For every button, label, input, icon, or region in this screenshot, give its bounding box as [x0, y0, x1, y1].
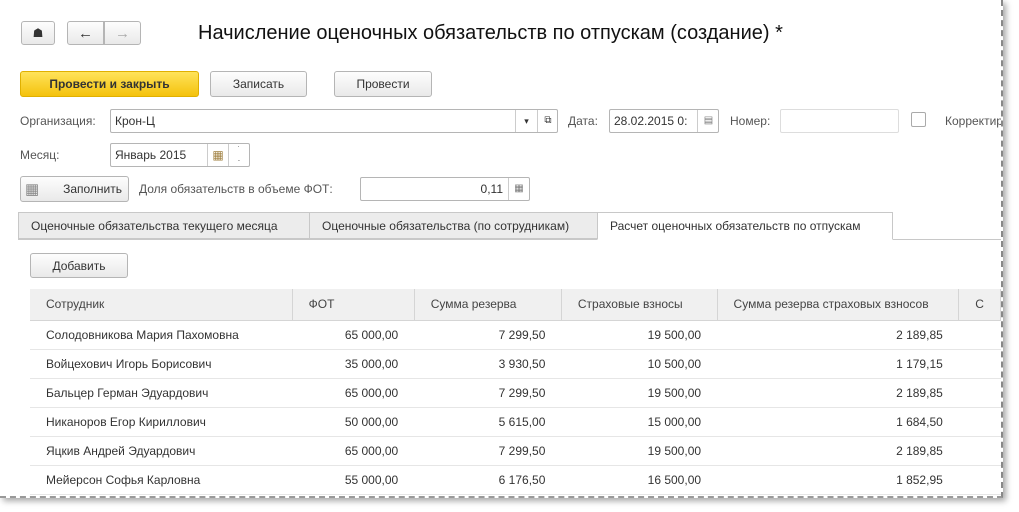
fot-cell[interactable]: 65 000,00 [292, 378, 415, 408]
employee-cell[interactable]: Бальцер Герман Эдуардович [30, 378, 293, 408]
insurance-reserve-cell[interactable]: 1 684,50 [717, 407, 959, 437]
table-row[interactable]: Войцехович Игорь Борисович 35 000,00 3 930… [30, 349, 1001, 379]
insurance-cell[interactable]: 19 500,00 [561, 378, 718, 408]
month-value: Январь 2015 [115, 148, 187, 162]
fot-cell[interactable]: 65 000,00 [292, 320, 415, 350]
reserve-cell[interactable]: 7 299,50 [414, 320, 562, 350]
employee-cell[interactable]: Солодовникова Мария Пахомовна [30, 320, 293, 350]
share-label: Доля обязательств в объеме ФОТ: [139, 182, 333, 196]
calculator-icon[interactable]: ▦ [508, 178, 529, 200]
table-row[interactable]: Мейерсон Софья Карловна 55 000,00 6 176,50… [30, 465, 1001, 495]
reserve-cell[interactable]: 7 299,50 [414, 378, 562, 408]
org-field[interactable]: Крон-Ц ▾ ⧉ [110, 109, 558, 133]
table-row[interactable]: Никаноров Егор Кириллович 50 000,00 5 615,… [30, 407, 1001, 437]
page-title: Начисление оценочных обязательств по отп… [198, 22, 783, 44]
home-icon: ☗ [32, 26, 44, 40]
col-insurance-reserve[interactable]: Сумма резерва страховых взносов [717, 289, 960, 321]
employees-table: Сотрудник ФОТ Сумма резерва Страховые вз… [30, 289, 1001, 495]
arrow-right-icon: → [115, 24, 130, 42]
calendar-icon[interactable]: ▤ [697, 110, 719, 132]
reserve-cell[interactable]: 5 615,00 [414, 407, 562, 437]
home-button[interactable]: ☗ [21, 21, 55, 45]
share-value: 0,11 [480, 182, 503, 196]
more-cell [958, 407, 1001, 437]
col-fot[interactable]: ФОТ [292, 289, 415, 321]
more-cell [958, 465, 1001, 495]
col-employee[interactable]: Сотрудник [30, 289, 293, 321]
fot-cell[interactable]: 65 000,00 [292, 436, 415, 466]
fot-cell[interactable]: 50 000,00 [292, 407, 415, 437]
forward-button[interactable]: → [104, 21, 141, 45]
tab-vacation-calc[interactable]: Расчет оценочных обязательств по отпуска… [597, 212, 893, 240]
table-row[interactable]: Яцкив Андрей Эдуардович 65 000,00 7 299,50… [30, 436, 1001, 466]
arrow-left-icon: ← [78, 24, 93, 42]
col-insurance[interactable]: Страховые взносы [561, 289, 718, 321]
dropdown-icon[interactable]: ▾ [515, 110, 537, 132]
calendar-icon[interactable]: ▦ [207, 144, 228, 166]
fot-cell[interactable]: 35 000,00 [292, 349, 415, 379]
reserve-cell[interactable]: 3 930,50 [414, 349, 562, 379]
add-button[interactable]: Добавить [30, 253, 128, 278]
insurance-cell[interactable]: 19 500,00 [561, 436, 718, 466]
employee-cell[interactable]: Войцехович Игорь Борисович [30, 349, 293, 379]
table-row[interactable]: Солодовникова Мария Пахомовна 65 000,00 7 … [30, 320, 1001, 350]
date-value: 28.02.2015 0: [614, 114, 688, 128]
insurance-reserve-cell[interactable]: 2 189,85 [717, 320, 959, 350]
org-label: Организация: [20, 114, 96, 128]
fot-cell[interactable]: 55 000,00 [292, 465, 415, 495]
number-label: Номер: [730, 114, 771, 128]
insurance-cell[interactable]: 15 000,00 [561, 407, 718, 437]
more-cell [958, 320, 1001, 350]
insurance-reserve-cell[interactable]: 2 189,85 [717, 436, 959, 466]
more-cell [958, 349, 1001, 379]
spin-icon[interactable]: ˙ · [228, 144, 249, 166]
number-field[interactable] [780, 109, 899, 133]
insurance-cell[interactable]: 10 500,00 [561, 349, 718, 379]
document-form: ☗ ← → Начисление оценочных обязательств … [0, 0, 1003, 498]
insurance-reserve-cell[interactable]: 2 189,85 [717, 378, 959, 408]
month-label: Месяц: [20, 148, 60, 162]
more-cell [958, 436, 1001, 466]
insurance-reserve-cell[interactable]: 1 179,15 [717, 349, 959, 379]
open-icon[interactable]: ⧉ [537, 110, 558, 132]
reserve-cell[interactable]: 7 299,50 [414, 436, 562, 466]
table-row[interactable]: Бальцер Герман Эдуардович 65 000,00 7 299,… [30, 378, 1001, 408]
save-button[interactable]: Записать [210, 71, 307, 97]
fill-table-icon: ▦ [25, 181, 40, 198]
employee-cell[interactable]: Яцкив Андрей Эдуардович [30, 436, 293, 466]
tab-by-employees[interactable]: Оценочные обязательства (по сотрудникам) [309, 212, 598, 239]
correction-label: Корректир [945, 114, 1003, 128]
employee-cell[interactable]: Никаноров Егор Кириллович [30, 407, 293, 437]
more-cell [958, 378, 1001, 408]
post-and-close-button[interactable]: Провести и закрыть [20, 71, 199, 97]
fill-button[interactable]: ▦ Заполнить [20, 176, 129, 202]
col-more[interactable]: С [958, 289, 1001, 321]
insurance-cell[interactable]: 19 500,00 [561, 320, 718, 350]
correction-checkbox[interactable] [911, 112, 926, 127]
org-value: Крон-Ц [115, 114, 155, 128]
share-field[interactable]: 0,11 ▦ [360, 177, 530, 201]
fill-label: Заполнить [63, 182, 122, 196]
date-field[interactable]: 28.02.2015 0: ▤ [609, 109, 719, 133]
table-header: Сотрудник ФОТ Сумма резерва Страховые вз… [30, 289, 1001, 321]
col-reserve[interactable]: Сумма резерва [414, 289, 562, 321]
back-button[interactable]: ← [67, 21, 104, 45]
month-field[interactable]: Январь 2015 ▦ ˙ · [110, 143, 250, 167]
tab-current-month[interactable]: Оценочные обязательства текущего месяца [18, 212, 310, 239]
date-label: Дата: [568, 114, 598, 128]
insurance-reserve-cell[interactable]: 1 852,95 [717, 465, 959, 495]
reserve-cell[interactable]: 6 176,50 [414, 465, 562, 495]
employee-cell[interactable]: Мейерсон Софья Карловна [30, 465, 293, 495]
post-button[interactable]: Провести [334, 71, 432, 97]
insurance-cell[interactable]: 16 500,00 [561, 465, 718, 495]
